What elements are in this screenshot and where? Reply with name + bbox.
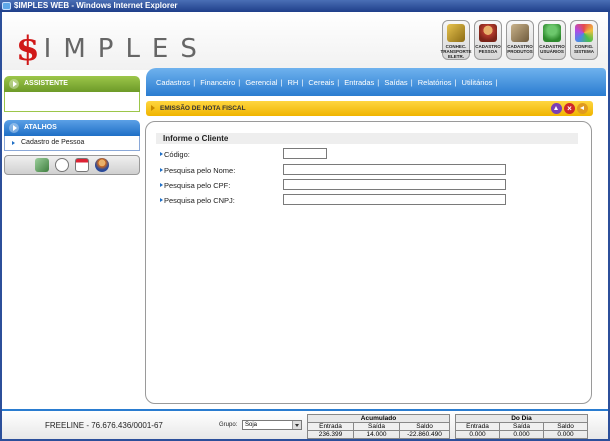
company-info: FREELINE - 76.676.436/0001-67 xyxy=(45,421,163,430)
do-dia-header-entrada: Entrada xyxy=(455,422,500,431)
cadastro-usuarios-button[interactable]: CADASTRO USUÁRIOS xyxy=(538,20,566,60)
atalhos-panel-header[interactable]: ATALHOS xyxy=(4,120,140,136)
cnpj-label: Pesquisa pelo CNPJ: xyxy=(160,196,235,205)
ie-icon xyxy=(2,2,11,10)
grupo-select[interactable]: Soja xyxy=(242,420,302,430)
atalhos-panel-body: Cadastro de Pessoa xyxy=(4,136,140,151)
assistente-panel-header[interactable]: ASSISTENTE xyxy=(4,76,140,92)
acumulado-saida: 14.000 xyxy=(353,430,400,439)
button-label: CADASTRO PESSOA xyxy=(475,44,501,54)
button-label: CONFIG. SISTEMA xyxy=(573,44,594,54)
acumulado-header-entrada: Entrada xyxy=(307,422,354,431)
acumulado-entrada: 236.399 xyxy=(307,430,354,439)
app-header: $ IMPLES CONHEC. TRANSPORTE ELETR. CADAS… xyxy=(2,12,608,70)
chat-icon[interactable] xyxy=(55,158,69,172)
atalho-cadastro-pessoa[interactable]: Cadastro de Pessoa xyxy=(5,136,139,150)
logo-text: IMPLES xyxy=(43,34,209,64)
do-dia-table: Do Dia Entrada Saída Saldo 0.000 0.000 0… xyxy=(455,414,588,439)
window-title: $IMPLES WEB - Windows Internet Explorer xyxy=(14,1,178,10)
acumulado-header-saida: Saída xyxy=(353,422,400,431)
menu-relatorios[interactable]: Relatórios xyxy=(418,78,452,87)
calendar-icon[interactable] xyxy=(75,158,89,172)
users-icon xyxy=(543,24,561,42)
codigo-input[interactable] xyxy=(283,148,327,159)
cadastro-produtos-button[interactable]: CADASTRO PRODUTOS xyxy=(506,20,534,60)
status-footer: FREELINE - 76.676.436/0001-67 Grupo: Soj… xyxy=(2,409,608,439)
window-titlebar: $IMPLES WEB - Windows Internet Explorer xyxy=(0,0,610,12)
chevron-down-icon xyxy=(292,421,301,429)
do-dia-entrada: 0.000 xyxy=(455,430,500,439)
menu-gerencial[interactable]: Gerencial xyxy=(245,78,277,87)
do-dia-header-saida: Saída xyxy=(499,422,544,431)
button-label: CADASTRO USUÁRIOS xyxy=(539,44,565,54)
menu-utilitarios[interactable]: Utilitários xyxy=(462,78,493,87)
do-dia-saida: 0.000 xyxy=(499,430,544,439)
cpf-label: Pesquisa pelo CPF: xyxy=(159,181,231,190)
config-icon xyxy=(575,24,593,42)
nome-input[interactable] xyxy=(283,164,506,175)
box-icon xyxy=(511,24,529,42)
logo-dollar: $ xyxy=(16,29,40,69)
quick-toolbar: CONHEC. TRANSPORTE ELETR. CADASTRO PESSO… xyxy=(440,20,598,60)
grupo-label: Grupo: xyxy=(219,422,238,428)
user-icon[interactable] xyxy=(95,158,109,172)
do-dia-title: Do Dia xyxy=(455,414,588,423)
do-dia-saldo: 0.000 xyxy=(543,430,588,439)
menu-financeiro[interactable]: Financeiro xyxy=(200,78,235,87)
assistente-label: ASSISTENTE xyxy=(24,80,68,87)
section-controls: × xyxy=(551,103,588,114)
button-label: CADASTRO PRODUTOS xyxy=(507,44,533,54)
section-header: EMISSÃO DE NOTA FISCAL × xyxy=(146,101,593,116)
utilities-bar xyxy=(4,155,140,175)
calculator-icon[interactable] xyxy=(35,158,49,172)
menu-rh[interactable]: RH xyxy=(287,78,298,87)
button-label: CONHEC. TRANSPORTE ELETR. xyxy=(440,44,472,59)
client-form-panel: Informe o Cliente Código: Pesquisa pelo … xyxy=(145,121,592,404)
person-icon xyxy=(479,24,497,42)
assistente-panel-body xyxy=(4,92,140,112)
menu-saidas[interactable]: Saídas xyxy=(384,78,407,87)
acumulado-title: Acumulado xyxy=(307,414,450,423)
simples-logo: $ IMPLES xyxy=(16,32,209,66)
acumulado-table: Acumulado Entrada Saída Saldo 236.399 14… xyxy=(307,414,450,439)
main-menu: Cadastros | Financeiro | Gerencial | RH | Ce… xyxy=(146,68,606,96)
chevron-right-icon xyxy=(9,123,19,133)
cadastro-pessoa-button[interactable]: CADASTRO PESSOA xyxy=(474,20,502,60)
grupo-value: Soja xyxy=(245,422,258,428)
nome-label: Pesquisa pelo Nome: xyxy=(159,166,236,175)
acumulado-header-saldo: Saldo xyxy=(399,422,450,431)
atalhos-label: ATALHOS xyxy=(24,124,57,131)
codigo-label: Código: xyxy=(160,150,190,159)
form-title: Informe o Cliente xyxy=(156,133,578,144)
menu-cadastros[interactable]: Cadastros xyxy=(156,78,190,87)
collapse-icon[interactable] xyxy=(551,103,562,114)
section-title: EMISSÃO DE NOTA FISCAL xyxy=(160,105,246,112)
sidebar: ASSISTENTE ATALHOS Cadastro de Pessoa xyxy=(4,76,140,175)
close-icon[interactable]: × xyxy=(564,103,575,114)
acumulado-saldo: -22.860.490 xyxy=(399,430,450,439)
cnpj-input[interactable] xyxy=(283,194,506,205)
menu-entradas[interactable]: Entradas xyxy=(344,78,374,87)
config-sistema-button[interactable]: CONFIG. SISTEMA xyxy=(570,20,598,60)
truck-icon xyxy=(447,24,465,42)
menu-cereais[interactable]: Cereais xyxy=(308,78,334,87)
cpf-input[interactable] xyxy=(283,179,506,190)
chevron-right-icon xyxy=(9,79,19,89)
conhec-transporte-button[interactable]: CONHEC. TRANSPORTE ELETR. xyxy=(440,20,472,60)
back-icon[interactable] xyxy=(577,103,588,114)
do-dia-header-saldo: Saldo xyxy=(543,422,588,431)
